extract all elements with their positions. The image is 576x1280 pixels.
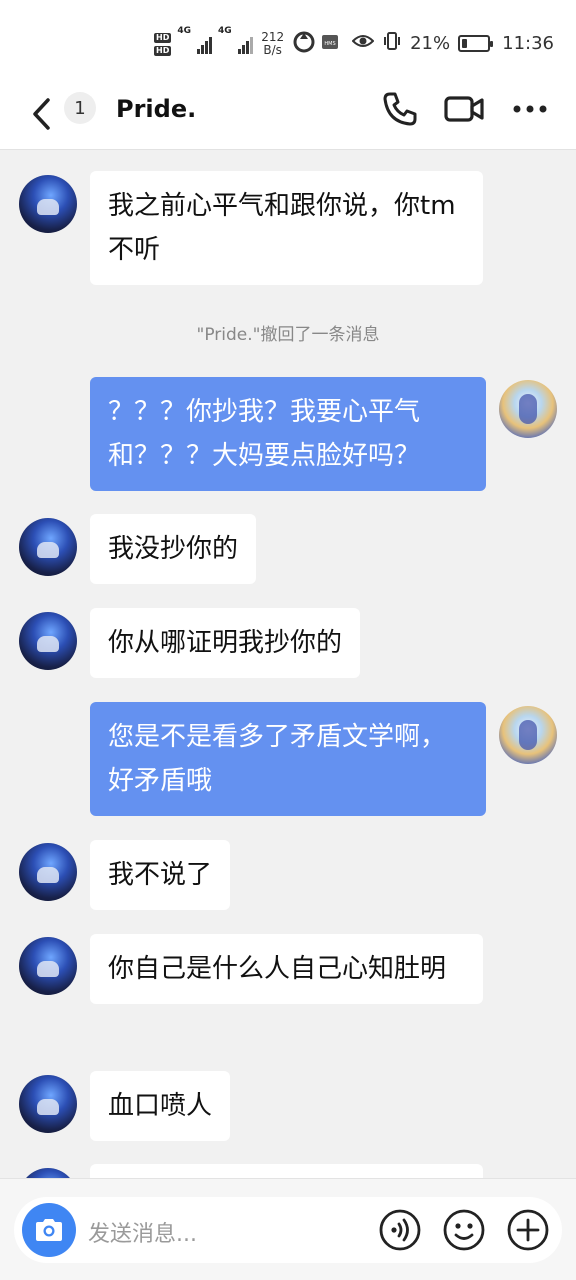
message-input-container: 发送消息... [14, 1197, 562, 1263]
vibrate-icon [382, 31, 402, 56]
network-type-1: 4G [177, 26, 191, 36]
contact-avatar[interactable] [19, 843, 77, 901]
back-button[interactable] [30, 94, 58, 134]
my-avatar[interactable] [499, 706, 557, 764]
contact-avatar[interactable] [19, 518, 77, 576]
message-bubble-received[interactable]: 我之前心平气和跟你说，你tm不听 [90, 171, 483, 285]
emoji-button[interactable] [442, 1208, 486, 1252]
contact-avatar[interactable] [19, 1168, 77, 1178]
eye-icon [351, 33, 375, 54]
contact-avatar[interactable] [19, 612, 77, 670]
hd-badge-2: HD [154, 45, 172, 56]
camera-button[interactable] [22, 1203, 76, 1257]
signal-icon [237, 34, 253, 54]
phone-icon [383, 92, 417, 126]
message-bubble-received[interactable] [90, 1164, 483, 1178]
message-bubble-received[interactable]: 你从哪证明我抄你的 [90, 608, 361, 678]
message-bubble-sent[interactable]: ？？？你抄我？我要心平气和？？？大妈要点脸好吗？ [90, 377, 486, 491]
network-speed: 212 B/s [261, 30, 285, 57]
contact-avatar[interactable] [19, 937, 77, 995]
voice-call-button[interactable] [380, 90, 420, 128]
plus-button[interactable] [506, 1208, 550, 1252]
hd-indicators: HD HD [154, 32, 172, 56]
recall-notice: "Pride."撤回了一条消息 [196, 325, 380, 345]
status-right: 21% 11:36 [351, 28, 554, 58]
voice-button[interactable] [378, 1208, 422, 1252]
message-list[interactable]: 我之前心平气和跟你说，你tm不听 "Pride."撤回了一条消息 ？？？你抄我？… [0, 150, 576, 1178]
camera-icon [36, 1219, 62, 1241]
status-left: HD HD 4G 4G 212 B/s HMS [154, 26, 339, 62]
contact-avatar[interactable] [19, 175, 77, 233]
battery-percent: 21% [410, 32, 451, 54]
network-type-2: 4G [218, 26, 232, 36]
chevron-left-icon [33, 98, 50, 130]
chat-header: 1 Pride. [0, 86, 576, 150]
message-bubble-received[interactable]: 我没抄你的 [90, 514, 257, 584]
message-bubble-received[interactable]: 我不说了 [90, 840, 231, 910]
message-bubble-sent[interactable]: 您是不是看多了矛盾文学啊，好矛盾哦 [90, 702, 486, 816]
input-bar: 发送消息... [0, 1178, 576, 1280]
video-camera-icon [444, 96, 484, 122]
video-call-button[interactable] [444, 90, 484, 128]
hd-badge-1: HD [154, 32, 172, 43]
voice-icon [379, 1209, 421, 1251]
message-bubble-received[interactable]: 你自己是什么人自己心知肚明 [90, 934, 483, 1004]
battery-fill [462, 38, 468, 48]
message-input[interactable]: 发送消息... [88, 1216, 197, 1248]
sync-icon [293, 31, 315, 57]
more-button[interactable] [510, 90, 550, 128]
message-bubble-received[interactable]: 血口喷人 [90, 1071, 231, 1141]
clock: 11:36 [502, 32, 554, 54]
unread-count-badge[interactable]: 1 [64, 92, 96, 124]
more-dots-icon [513, 105, 547, 113]
my-avatar[interactable] [499, 380, 557, 438]
status-bar: HD HD 4G 4G 212 B/s HMS 21% 11:36 [0, 0, 576, 86]
message-notification-icon: HMS [321, 33, 339, 55]
contact-avatar[interactable] [19, 1075, 77, 1133]
battery-icon [458, 34, 494, 52]
plus-icon [507, 1209, 549, 1251]
signal-icon [197, 34, 212, 54]
svg-text:HMS: HMS [324, 41, 335, 47]
emoji-icon [443, 1209, 485, 1251]
chat-title[interactable]: Pride. [116, 94, 196, 124]
